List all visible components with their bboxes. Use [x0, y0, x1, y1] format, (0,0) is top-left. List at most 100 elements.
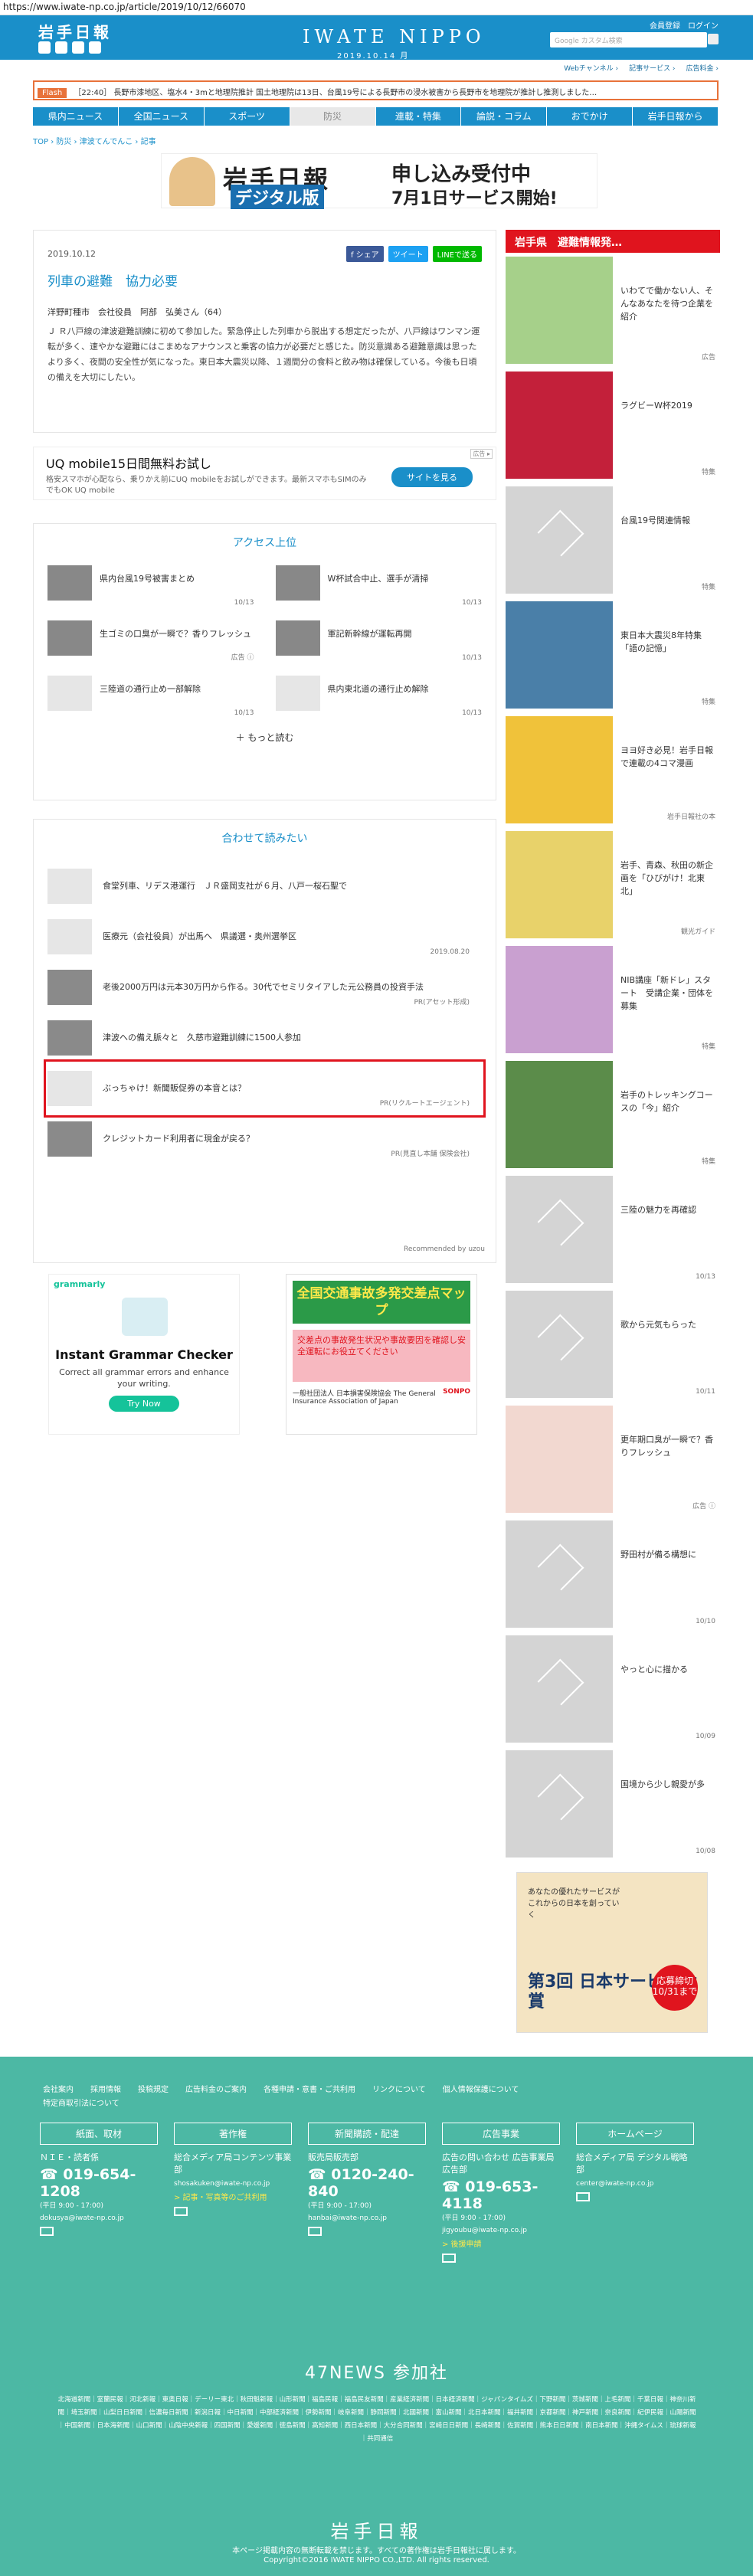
phone-number[interactable]: ☎ 019-654-1208	[40, 2166, 158, 2200]
related-item-title[interactable]: クレジットカード利用者に現金が戻る？	[92, 1133, 254, 1145]
related-item[interactable]: クレジットカード利用者に現金が戻る？ PR(見直し本舗 保険会社)	[47, 1114, 482, 1164]
sidebar-thumbnail[interactable]	[506, 601, 613, 709]
sidebar-thumbnail[interactable]	[506, 716, 613, 823]
sidebar-thumbnail[interactable]	[506, 372, 613, 479]
footer-col-heading[interactable]: 新聞購読・配達	[308, 2123, 426, 2145]
related-thumbnail[interactable]	[47, 1020, 92, 1056]
twitter-icon[interactable]	[38, 41, 51, 54]
footer-col-heading[interactable]: ホームページ	[576, 2123, 694, 2145]
related-thumbnail[interactable]	[47, 970, 92, 1005]
ad-label[interactable]: 広告 ▸	[470, 449, 493, 459]
related-item[interactable]: 食堂列車、リデス港運行 ＪＲ盛岡支社が６月、八戸一桜石聖で	[47, 861, 482, 912]
email-address[interactable]: center@iwate-np.co.jp	[576, 2180, 694, 2188]
footer-link[interactable]: 広告料金のご案内	[185, 2083, 247, 2094]
access-thumbnail[interactable]	[47, 676, 92, 711]
sidebar-thumbnail[interactable]	[506, 486, 613, 594]
sidebar-thumbnail[interactable]	[506, 1520, 613, 1628]
access-item-title[interactable]: 生ゴミの口臭が一瞬で？香りフレッシュ	[92, 620, 251, 662]
footer-link[interactable]: 各種申請・意書・ご共利用	[264, 2083, 355, 2094]
sidebar-item-title[interactable]: 国境から少し親愛が多	[613, 1750, 720, 1861]
address-bar[interactable]: https://www.iwate-np.co.jp/article/2019/…	[0, 0, 753, 15]
related-thumbnail[interactable]	[47, 1071, 92, 1106]
breadcrumb-disaster[interactable]: 防災	[56, 138, 71, 146]
ad-rates-link[interactable]: 広告料金 ›	[686, 63, 719, 73]
sidebar-thumbnail[interactable]	[506, 1406, 613, 1513]
sidebar-item[interactable]: いわてで働かない人、そんなあなたを待つ企業を紹介 広告	[506, 257, 720, 368]
site-logo[interactable]: 岩手日報	[38, 20, 112, 42]
search-input[interactable]: Google カスタム検索	[550, 32, 707, 47]
sidebar-thumbnail[interactable]	[506, 1291, 613, 1398]
footer-col-heading[interactable]: 広告事業	[442, 2123, 560, 2145]
phone-number-text[interactable]: 019-654-1208	[40, 2166, 136, 2200]
access-item-title[interactable]: 県内台風19号被害まとめ	[92, 565, 195, 607]
mail-icon[interactable]	[308, 2227, 322, 2236]
line-icon[interactable]	[72, 41, 84, 54]
sidebar-item[interactable]: ヨヨ好き必見！岩手日報で連載の4コマ漫画 岩手日報社の本	[506, 716, 720, 827]
read-more-button[interactable]: ＋ もっと読む	[34, 731, 496, 744]
sidebar-item[interactable]: 野田村が備る構想に 10/10	[506, 1520, 720, 1632]
instagram-icon[interactable]	[89, 41, 101, 54]
footer-col-heading[interactable]: 著作権	[174, 2123, 292, 2145]
web-channel-link[interactable]: Webチャンネル ›	[564, 63, 618, 73]
sidebar-item[interactable]: 歌から元気もらった 10/11	[506, 1291, 720, 1402]
email-address[interactable]: dokusya@iwate-np.co.jp	[40, 2214, 158, 2222]
nav-sports[interactable]: スポーツ	[205, 107, 290, 126]
footer-col-heading[interactable]: 紙面、取材	[40, 2123, 158, 2145]
access-thumbnail[interactable]	[275, 565, 320, 601]
try-now-button[interactable]: Try Now	[109, 1396, 179, 1412]
nav-series[interactable]: 連載・特集	[376, 107, 462, 126]
sidebar-thumbnail[interactable]	[506, 1750, 613, 1858]
sidebar-item[interactable]: ラグビーW杯2019 特集	[506, 372, 720, 483]
flash-news-ticker[interactable]: Flash ［22:40］ 長野市漆地区、塩水4・3mと地理院推計 国土地理院は…	[33, 80, 719, 100]
email-address[interactable]: shosakuken@iwate-np.co.jp	[174, 2180, 292, 2188]
sidebar-thumbnail[interactable]	[506, 1061, 613, 1168]
grammarly-ad[interactable]: grammarly Instant Grammar Checker Correc…	[48, 1274, 240, 1435]
sidebar-item[interactable]: 岩手、青森、秋田の新企画を「ひびがけ！北東北」 観光ガイド	[506, 831, 720, 942]
facebook-share-button[interactable]: f シェア	[345, 246, 384, 262]
footer-col-link[interactable]: > 記事・写真等のご共利用	[174, 2191, 292, 2202]
email-address[interactable]: jigyoubu@iwate-np.co.jp	[442, 2227, 560, 2234]
sidebar-item[interactable]: やっと心に描かる 10/09	[506, 1635, 720, 1746]
sidebar-item[interactable]: 岩手のトレッキングコースの「今」紹介 特集	[506, 1061, 720, 1172]
access-item[interactable]: 県内台風19号被害まとめ 10/13	[47, 565, 254, 607]
sidebar-item-title[interactable]: 三陸の魅力を再確認	[613, 1176, 720, 1287]
nav-outing[interactable]: おでかけ	[547, 107, 634, 126]
uq-mobile-ad[interactable]: 広告 ▸ UQ mobile15日間無料お試し 格安スマホが心配なら、乗りかえ前…	[33, 447, 496, 500]
register-link[interactable]: 会員登録	[650, 19, 680, 31]
access-thumbnail[interactable]	[47, 620, 92, 656]
related-item-title[interactable]: 医療元（会社役員）が出馬へ 県議選・奥州選挙区	[92, 931, 296, 943]
line-share-button[interactable]: LINEで送る	[432, 246, 482, 262]
access-item-title[interactable]: 軍記新幹線が運転再開	[320, 620, 412, 662]
access-thumbnail[interactable]	[275, 676, 320, 711]
sidebar-item[interactable]: NIB講座「新ドレ」スタート 受講企業・団体を募集 特集	[506, 946, 720, 1057]
access-item-title[interactable]: W杯試合中止、選手が清掃	[320, 565, 429, 607]
access-item[interactable]: W杯試合中止、選手が清掃 10/13	[275, 565, 482, 607]
sidebar-item[interactable]: 台風19号関連情報 特集	[506, 486, 720, 597]
mail-icon[interactable]	[174, 2207, 188, 2216]
phone-number-text[interactable]: 0120-240-840	[308, 2166, 414, 2200]
access-item[interactable]: 三陸道の通行止め一部解除 10/13	[47, 676, 254, 717]
breadcrumb-top[interactable]: TOP	[33, 138, 48, 146]
search-icon[interactable]	[708, 34, 719, 44]
access-item[interactable]: 軍記新幹線が運転再開 10/13	[275, 620, 482, 662]
phone-number-text[interactable]: 019-653-4118	[442, 2178, 538, 2212]
sidebar-item-title[interactable]: やっと心に描かる	[613, 1635, 720, 1746]
sidebar-thumbnail[interactable]	[506, 831, 613, 938]
footer-col-link[interactable]: > 後援申請	[442, 2237, 560, 2249]
flash-text[interactable]: ［22:40］ 長野市漆地区、塩水4・3mと地理院推計 国土地理院は13日、台風…	[74, 89, 597, 97]
sidebar-item[interactable]: 東日本大震災8年特集「語の記憶」 特集	[506, 601, 720, 712]
mail-icon[interactable]	[576, 2192, 590, 2201]
phone-number[interactable]: ☎ 019-653-4118	[442, 2178, 560, 2212]
recommend-credit[interactable]: Recommended by uzou	[404, 1245, 485, 1253]
access-item-title[interactable]: 三陸道の通行止め一部解除	[92, 676, 201, 717]
related-item[interactable]: 医療元（会社役員）が出馬へ 県議選・奥州選挙区 2019.08.20	[47, 912, 482, 962]
facebook-icon[interactable]	[55, 41, 67, 54]
brand-title[interactable]: IWATE NIPPO	[303, 26, 486, 47]
visit-site-button[interactable]: サイトを見る	[391, 467, 473, 487]
related-item-title[interactable]: 老後2000万円は元本30万円から作る。30代でセミリタイアした元公務員の投資手…	[92, 981, 424, 993]
service-award-ad[interactable]: あなたの優れたサービスがこれからの日本を創っていく 第3回 日本サービス大賞 応…	[516, 1872, 708, 2033]
article-service-link[interactable]: 記事サービス ›	[629, 63, 675, 73]
footer-logo[interactable]: 岩手日報	[0, 2516, 753, 2543]
login-link[interactable]: ログイン	[688, 19, 719, 31]
news47-papers[interactable]: 北海道新聞｜室蘭民報｜河北新報｜東奥日報｜デーリー東北｜秋田魁新報｜山形新聞｜福…	[55, 2394, 699, 2446]
